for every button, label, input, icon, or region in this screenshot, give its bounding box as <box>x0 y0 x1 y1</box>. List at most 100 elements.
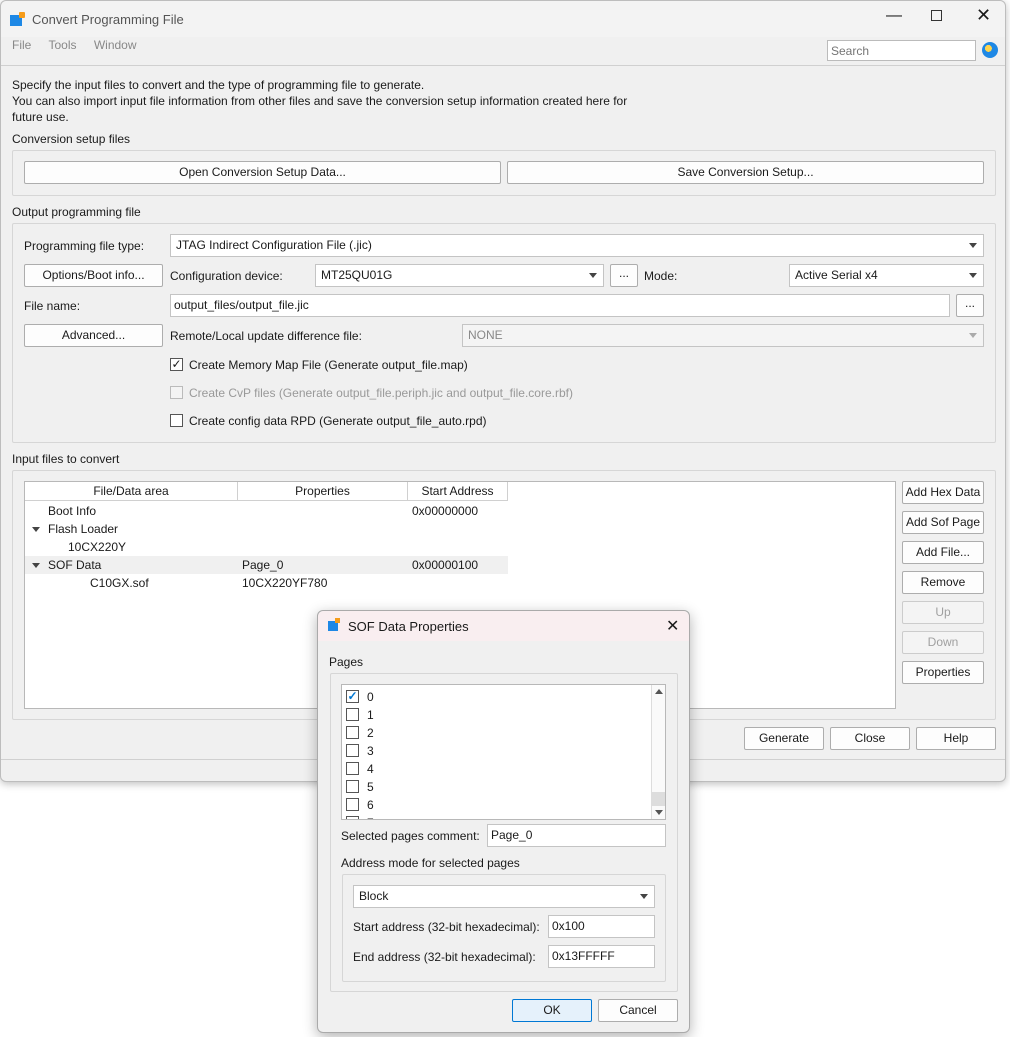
row-name: Boot Info <box>48 504 97 518</box>
page-item[interactable]: 3 <box>346 742 646 760</box>
sof-properties-dialog: SOF Data Properties ✕ Pages ✓01234567 Se… <box>317 610 690 1033</box>
pages-list[interactable]: ✓01234567 <box>341 684 666 820</box>
page-label: 0 <box>367 690 374 704</box>
col-header-address[interactable]: Start Address <box>408 482 508 501</box>
page-checkbox[interactable] <box>346 816 359 819</box>
menu-file[interactable]: File <box>12 38 31 52</box>
maximize-button[interactable] <box>931 10 942 21</box>
memory-map-checkbox[interactable]: ✓ <box>170 358 183 371</box>
remove-button[interactable]: Remove <box>902 571 984 594</box>
close-button[interactable]: Close <box>830 727 910 750</box>
add-file-button[interactable]: Add File... <box>902 541 984 564</box>
comment-input[interactable]: Page_0 <box>487 824 666 847</box>
row-name: Flash Loader <box>48 522 119 536</box>
advanced-button[interactable]: Advanced... <box>24 324 163 347</box>
table-row[interactable]: C10GX.sof 10CX220YF780 <box>25 574 508 592</box>
table-row[interactable]: 10CX220Y <box>25 538 508 556</box>
page-checkbox[interactable] <box>346 726 359 739</box>
expand-arrow-icon[interactable] <box>32 563 40 568</box>
save-setup-button[interactable]: Save Conversion Setup... <box>507 161 984 184</box>
filename-input[interactable]: output_files/output_file.jic <box>170 294 950 317</box>
diff-file-select[interactable]: NONE <box>462 324 984 347</box>
page-checkbox[interactable] <box>346 744 359 757</box>
page-label: 7 <box>367 816 374 819</box>
page-checkbox[interactable] <box>346 780 359 793</box>
expand-arrow-icon[interactable] <box>32 527 40 532</box>
intro-text: Specify the input files to convert and t… <box>12 78 628 124</box>
input-heading: Input files to convert <box>12 452 120 466</box>
rpd-checkbox[interactable] <box>170 414 183 427</box>
chevron-down-icon <box>589 273 597 278</box>
cancel-button[interactable]: Cancel <box>598 999 678 1022</box>
comment-label: Selected pages comment: <box>341 829 480 843</box>
add-sof-page-button[interactable]: Add Sof Page <box>902 511 984 534</box>
chevron-down-icon <box>640 894 648 899</box>
title-bar: Convert Programming File — ✕ <box>1 1 1005 37</box>
app-icon <box>10 12 25 26</box>
device-browse-button[interactable]: ... <box>610 264 638 287</box>
start-address-input[interactable]: 0x100 <box>548 915 655 938</box>
addr-mode-select[interactable]: Block <box>353 885 655 908</box>
dialog-close-icon[interactable]: ✕ <box>666 616 679 636</box>
options-boot-button[interactable]: Options/Boot info... <box>24 264 163 287</box>
help-button[interactable]: Help <box>916 727 996 750</box>
page-item[interactable]: 7 <box>346 814 646 819</box>
dialog-title: SOF Data Properties <box>348 619 469 634</box>
row-name: 10CX220Y <box>68 540 127 554</box>
open-setup-button[interactable]: Open Conversion Setup Data... <box>24 161 501 184</box>
search-input[interactable] <box>827 40 976 61</box>
col-header-properties[interactable]: Properties <box>238 482 408 501</box>
properties-button[interactable]: Properties <box>902 661 984 684</box>
minimize-button[interactable]: — <box>886 7 902 25</box>
page-item[interactable]: 5 <box>346 778 646 796</box>
page-checkbox[interactable] <box>346 798 359 811</box>
row-name: C10GX.sof <box>90 576 149 590</box>
mode-select[interactable]: Active Serial x4 <box>789 264 984 287</box>
diff-file-label: Remote/Local update difference file: <box>170 329 362 343</box>
row-address: 0x00000100 <box>412 558 479 572</box>
page-label: 6 <box>367 798 374 812</box>
pages-label: Pages <box>329 655 364 669</box>
row-name: SOF Data <box>48 558 102 572</box>
table-row[interactable]: Boot Info 0x00000000 <box>25 502 508 520</box>
filename-label: File name: <box>24 299 81 313</box>
globe-icon[interactable] <box>982 42 998 58</box>
menu-window[interactable]: Window <box>94 38 137 52</box>
generate-button[interactable]: Generate <box>744 727 824 750</box>
up-button[interactable]: Up <box>902 601 984 624</box>
memory-map-label: Create Memory Map File (Generate output_… <box>189 358 468 372</box>
start-address-label: Start address (32-bit hexadecimal): <box>353 920 540 934</box>
device-select[interactable]: MT25QU01G <box>315 264 604 287</box>
page-label: 1 <box>367 708 374 722</box>
ok-button[interactable]: OK <box>512 999 592 1022</box>
page-label: 5 <box>367 780 374 794</box>
scroll-up-icon <box>655 689 663 694</box>
close-window-button[interactable]: ✕ <box>976 5 991 26</box>
filename-browse-button[interactable]: ... <box>956 294 984 317</box>
page-item[interactable]: 4 <box>346 760 646 778</box>
page-item[interactable]: 6 <box>346 796 646 814</box>
table-row[interactable]: Flash Loader <box>25 520 508 538</box>
add-hex-data-button[interactable]: Add Hex Data <box>902 481 984 504</box>
page-item[interactable]: ✓ 0 <box>346 688 646 706</box>
scroll-down-icon <box>655 810 663 815</box>
table-row[interactable]: SOF Data Page_0 0x00000100 <box>25 556 508 574</box>
cvp-checkbox[interactable] <box>170 386 183 399</box>
page-checkbox[interactable] <box>346 708 359 721</box>
pages-scrollbar[interactable] <box>651 685 665 819</box>
page-checkbox[interactable] <box>346 762 359 775</box>
window-title: Convert Programming File <box>32 12 184 27</box>
col-header-file[interactable]: File/Data area <box>25 482 238 501</box>
page-item[interactable]: 1 <box>346 706 646 724</box>
down-button[interactable]: Down <box>902 631 984 654</box>
addr-mode-label: Address mode for selected pages <box>341 856 520 870</box>
end-address-input[interactable]: 0x13FFFFF <box>548 945 655 968</box>
cvp-label: Create CvP files (Generate output_file.p… <box>189 386 573 400</box>
page-label: 4 <box>367 762 374 776</box>
page-item[interactable]: 2 <box>346 724 646 742</box>
row-address: 0x00000000 <box>412 504 479 518</box>
menu-tools[interactable]: Tools <box>48 38 76 52</box>
rpd-label: Create config data RPD (Generate output_… <box>189 414 487 428</box>
page-checkbox[interactable]: ✓ <box>346 690 359 703</box>
file-type-select[interactable]: JTAG Indirect Configuration File (.jic) <box>170 234 984 257</box>
